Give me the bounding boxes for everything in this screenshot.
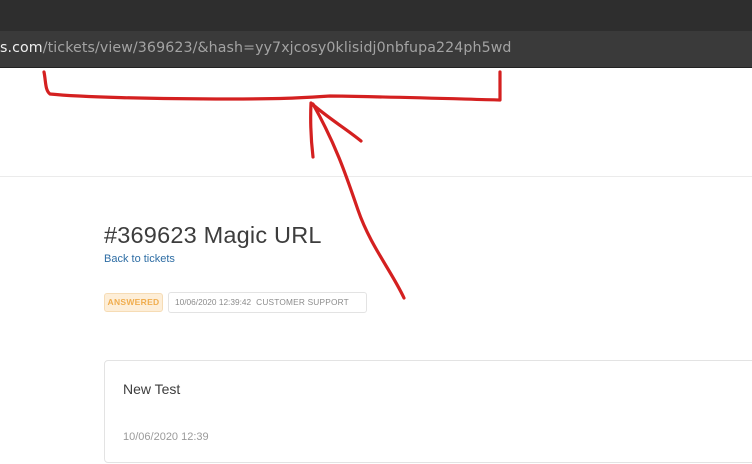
url-host: s.com [0,40,43,56]
address-bar[interactable]: s.com/tickets/view/369623/&hash=yy7xjcos… [0,31,752,68]
message-card: New Test 10/06/2020 12:39 [104,360,752,463]
annotation-bracket [42,70,502,102]
annotation-arrow-shaft [311,102,406,300]
header-divider [0,176,752,177]
ticket-created-date: 10/06/2020 12:39:42 [175,297,252,307]
browser-tab-strip [0,0,752,31]
status-badge: ANSWERED [104,293,163,312]
ticket-meta: 10/06/2020 12:39:42 CUSTOMER SUPPORT [168,292,367,313]
annotation-arrow-head [309,101,363,159]
address-bar-url[interactable]: s.com/tickets/view/369623/&hash=yy7xjcos… [0,40,512,56]
back-to-tickets-link[interactable]: Back to tickets [104,253,175,265]
page-title: #369623 Magic URL [104,222,322,248]
url-path: /tickets/view/369623/&hash=yy7xjcosy0kli… [42,40,512,56]
ticket-department: CUSTOMER SUPPORT [256,297,349,307]
message-date: 10/06/2020 12:39 [123,431,209,443]
message-body: New Test [123,381,181,397]
